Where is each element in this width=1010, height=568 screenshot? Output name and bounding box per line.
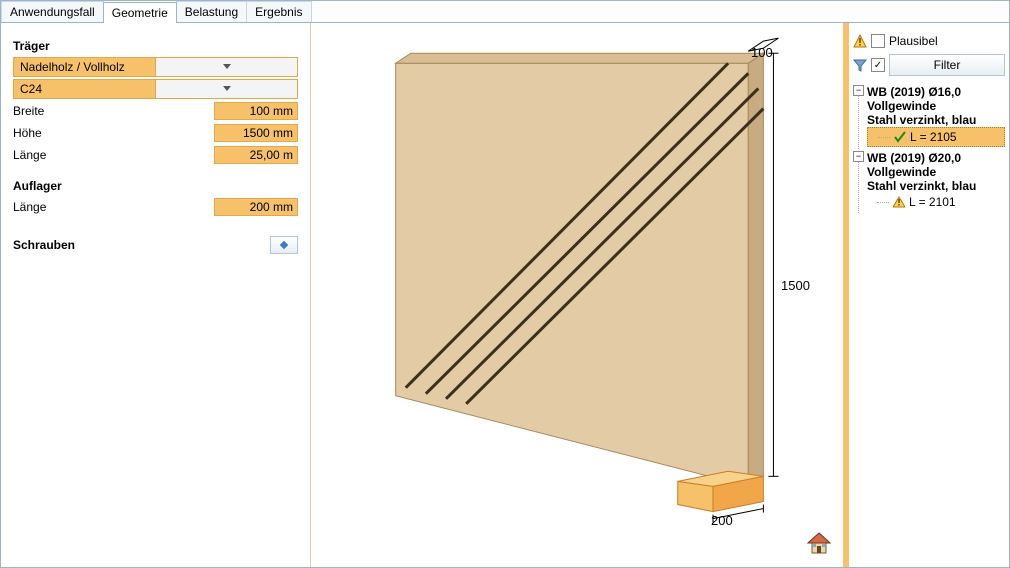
tab-geometrie[interactable]: Geometrie [103, 2, 177, 23]
filter-checkbox[interactable] [871, 58, 885, 72]
section-traeger: Träger [13, 39, 298, 53]
hoehe-label: Höhe [13, 126, 214, 140]
home-icon[interactable] [805, 529, 833, 557]
collapse-icon[interactable]: − [853, 85, 864, 96]
funnel-icon [853, 58, 867, 72]
breite-input[interactable]: 100 mm [214, 102, 298, 120]
material-value: Nadelholz / Vollholz [14, 60, 155, 74]
tree-node-sub1: Vollgewinde [867, 99, 1005, 113]
class-select[interactable]: C24 [13, 79, 298, 99]
check-icon [894, 131, 906, 143]
tree-node[interactable]: − WB (2019) Ø20,0 Vollgewinde Stahl verz… [853, 149, 1005, 213]
collapse-icon[interactable]: − [853, 151, 864, 162]
left-panel: Träger Nadelholz / Vollholz C24 Breite 1… [1, 23, 311, 567]
tree-node-sub2: Stahl verzinkt, blau [867, 179, 1005, 193]
material-select[interactable]: Nadelholz / Vollholz [13, 57, 298, 77]
right-panel: Plausibel Filter − WB (2019) Ø16,0 Vollg… [849, 23, 1009, 567]
beam-render [311, 23, 843, 567]
tab-belastung[interactable]: Belastung [176, 1, 247, 22]
tree-leaf[interactable]: L = 2101 [867, 193, 1005, 211]
laenge-label: Länge [13, 148, 214, 162]
tree-leaf[interactable]: L = 2105 [867, 127, 1005, 147]
diamond-icon [278, 239, 290, 251]
leaf-label: L = 2101 [909, 195, 956, 209]
tree-node-sub2: Stahl verzinkt, blau [867, 113, 1005, 127]
warning-icon [893, 196, 905, 208]
auflager-laenge-input[interactable]: 200 mm [214, 198, 298, 216]
result-tree: − WB (2019) Ø16,0 Vollgewinde Stahl verz… [853, 83, 1005, 213]
filter-button[interactable]: Filter [889, 54, 1005, 76]
schrauben-button[interactable] [270, 236, 298, 254]
section-schrauben: Schrauben [13, 238, 270, 252]
breite-label: Breite [13, 104, 214, 118]
plausibel-label: Plausibel [889, 34, 938, 48]
section-auflager: Auflager [13, 179, 298, 193]
leaf-label: L = 2105 [910, 130, 957, 144]
laenge-input[interactable]: 25,00 m [214, 146, 298, 164]
viewport-3d[interactable]: 100 1500 200 [311, 23, 843, 567]
plausibel-checkbox[interactable] [871, 34, 885, 48]
dim-top: 100 [751, 45, 773, 60]
tree-node-title: WB (2019) Ø16,0 [867, 85, 1005, 99]
chevron-down-icon [155, 58, 297, 76]
auflager-laenge-label: Länge [13, 200, 214, 214]
tab-anwendungsfall[interactable]: Anwendungsfall [1, 1, 104, 22]
tree-node[interactable]: − WB (2019) Ø16,0 Vollgewinde Stahl verz… [853, 83, 1005, 149]
dim-side: 1500 [781, 278, 810, 293]
tab-ergebnis[interactable]: Ergebnis [246, 1, 311, 22]
warning-icon [853, 34, 867, 48]
tree-node-sub1: Vollgewinde [867, 165, 1005, 179]
chevron-down-icon [155, 80, 297, 98]
tab-bar: Anwendungsfall Geometrie Belastung Ergeb… [1, 1, 1009, 23]
class-value: C24 [14, 82, 155, 96]
dim-bottom: 200 [711, 513, 733, 528]
hoehe-input[interactable]: 1500 mm [214, 124, 298, 142]
tree-node-title: WB (2019) Ø20,0 [867, 151, 1005, 165]
